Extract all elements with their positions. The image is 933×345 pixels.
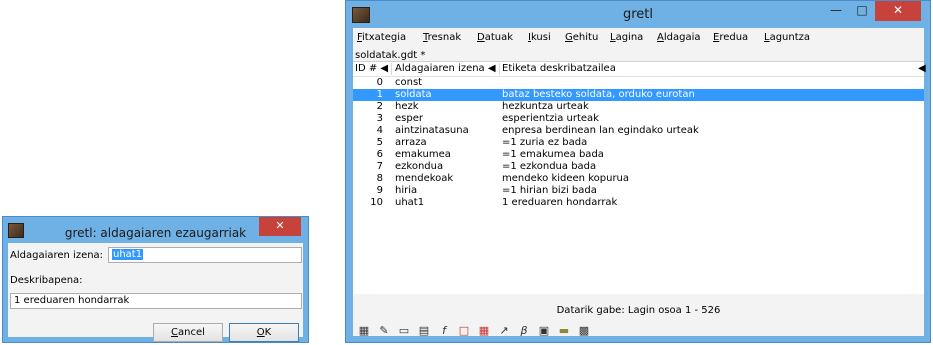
beta-icon[interactable]: β (517, 324, 531, 338)
main-client-area: Fitxategia Tresnak Datuak Ikusi Gehitu L… (353, 28, 926, 337)
column-separator (499, 63, 500, 75)
row-id: 6 (376, 149, 383, 160)
row-id: 0 (376, 77, 383, 88)
minimize-button[interactable]: — (823, 1, 849, 21)
header-overflow-arrow-icon[interactable]: ◀ (918, 63, 926, 74)
variable-row[interactable]: 1 soldata bataz besteko soldata, orduko eu… (353, 89, 924, 101)
menu-fitxategia[interactable]: Fitxategia (357, 32, 406, 43)
row-variable-name: hiria (395, 185, 418, 196)
main-toolbar: ▦ ✎ ▭ ▤ f □ ▦ ↗ β ▣ ▬ ▩ (353, 322, 924, 342)
table-icon[interactable]: ▦ (477, 324, 491, 338)
row-variable-name: uhat1 (395, 197, 425, 208)
maximize-button[interactable]: □ (849, 1, 875, 21)
row-variable-label: =1 hirian bizi bada (502, 185, 597, 196)
variable-row[interactable]: 4 aintzinatasuna enpresa berdinean lan egi… (353, 125, 924, 137)
row-variable-name: esper (395, 113, 423, 124)
formula-icon[interactable]: f (437, 324, 451, 338)
menu-tresnak[interactable]: Tresnak (423, 32, 461, 43)
database-icon[interactable]: ▣ (537, 324, 551, 338)
variable-name-field[interactable]: uhat1 (108, 247, 302, 263)
row-variable-name: aintzinatasuna (395, 125, 469, 136)
row-id: 3 (376, 113, 383, 124)
column-header-label[interactable]: Etiketa deskribatzailea (502, 63, 616, 74)
variable-row[interactable]: 8 mendekoak mendeko kideen kopurua (353, 173, 924, 185)
variable-row[interactable]: 6 emakumea =1 emakumea bada (353, 149, 924, 161)
row-variable-label: bataz besteko soldata, orduko eurotan (502, 89, 695, 100)
dataset-filename: soldatak.gdt * (355, 50, 426, 61)
column-separator (391, 63, 392, 75)
folder-icon[interactable]: ▬ (557, 324, 571, 338)
variable-row[interactable]: 10 uhat1 1 ereduaren hondarrak (353, 197, 924, 209)
gretl-main-window: gretl — □ ✕ Fitxategia Tresnak Datuak Ik… (345, 0, 931, 343)
row-variable-name: ezkondua (395, 161, 444, 172)
menu-laguntza[interactable]: Laguntza (764, 32, 810, 43)
menu-aldagaia[interactable]: Aldagaia (657, 32, 700, 43)
close-button[interactable]: ✕ (875, 1, 921, 21)
row-variable-label: hezkuntza urteak (502, 101, 589, 112)
variable-name-value: uhat1 (112, 249, 144, 260)
row-variable-label: mendeko kideen kopurua (502, 173, 630, 184)
column-header-id[interactable]: ID # ◀ (355, 63, 388, 74)
description-field[interactable]: 1 ereduaren hondarrak (10, 293, 302, 309)
pdf-icon[interactable]: □ (457, 324, 471, 338)
cancel-button[interactable]: Cancel (153, 323, 223, 342)
row-variable-label: esperientzia urteak (502, 113, 599, 124)
menu-eredua[interactable]: Eredua (713, 32, 748, 43)
session-icon[interactable]: ▤ (417, 324, 431, 338)
row-variable-label: =1 emakumea bada (502, 149, 604, 160)
calculator-icon[interactable]: ▦ (357, 324, 371, 338)
status-bar-text: Datarik gabe: Lagin osoa 1 - 526 (556, 305, 721, 316)
menu-datuak[interactable]: Datuak (477, 32, 513, 43)
variable-row[interactable]: 2 hezk hezkuntza urteak (353, 101, 924, 113)
row-variable-name: emakumea (395, 149, 451, 160)
edit-icon[interactable]: ✎ (377, 324, 391, 338)
name-label: Aldagaiaren izena: (10, 250, 104, 261)
window-icon[interactable]: ▩ (577, 324, 591, 338)
row-id: 5 (376, 137, 383, 148)
row-id: 7 (376, 161, 383, 172)
row-variable-label: =1 zuria ez bada (502, 137, 588, 148)
row-id: 2 (376, 101, 383, 112)
menu-gehitu[interactable]: Gehitu (565, 32, 598, 43)
variable-properties-dialog: gretl: aldagaiaren ezaugarriak ✕ Aldagai… (2, 216, 309, 343)
row-variable-name: mendekoak (395, 173, 454, 184)
variable-row[interactable]: 5 arraza =1 zuria ez bada (353, 137, 924, 149)
list-header: ID # ◀ Aldagaiaren izena ◀ Etiketa deskr… (353, 62, 926, 77)
row-variable-name: hezk (395, 101, 419, 112)
ok-button[interactable]: OK (229, 323, 299, 342)
column-header-name[interactable]: Aldagaiaren izena ◀ (395, 63, 496, 74)
menu-lagina[interactable]: Lagina (610, 32, 643, 43)
variable-row[interactable]: 3 esper esperientzia urteak (353, 113, 924, 125)
row-variable-name: const (395, 77, 423, 88)
row-variable-name: soldata (395, 89, 432, 100)
terminal-icon[interactable]: ▭ (397, 324, 411, 338)
dialog-client-area: Aldagaiaren izena: uhat1 Deskribapena: 1… (8, 243, 303, 342)
row-id: 8 (376, 173, 383, 184)
dialog-close-button[interactable]: ✕ (259, 217, 301, 236)
menu-ikusi[interactable]: Ikusi (528, 32, 551, 43)
row-variable-label: 1 ereduaren hondarrak (502, 197, 618, 208)
row-id: 4 (376, 125, 383, 136)
row-id: 10 (370, 197, 383, 208)
row-id: 9 (376, 185, 383, 196)
variable-row[interactable]: 9 hiria =1 hirian bizi bada (353, 185, 924, 197)
variable-row[interactable]: 7 ezkondua =1 ezkondua bada (353, 161, 924, 173)
graph-icon[interactable]: ↗ (497, 324, 511, 338)
row-variable-name: arraza (395, 137, 427, 148)
variable-list[interactable]: ID # ◀ Aldagaiaren izena ◀ Etiketa deskr… (353, 61, 926, 294)
description-label: Deskribapena: (10, 275, 83, 286)
description-value: 1 ereduaren hondarrak (14, 295, 130, 306)
variable-row[interactable]: 0 const (353, 77, 924, 89)
row-id: 1 (376, 89, 383, 100)
main-titlebar[interactable]: gretl — □ ✕ (346, 1, 930, 28)
menu-bar: Fitxategia Tresnak Datuak Ikusi Gehitu L… (353, 28, 924, 48)
row-variable-label: =1 ezkondua bada (502, 161, 597, 172)
row-variable-label: enpresa berdinean lan egindako urteak (502, 125, 699, 136)
